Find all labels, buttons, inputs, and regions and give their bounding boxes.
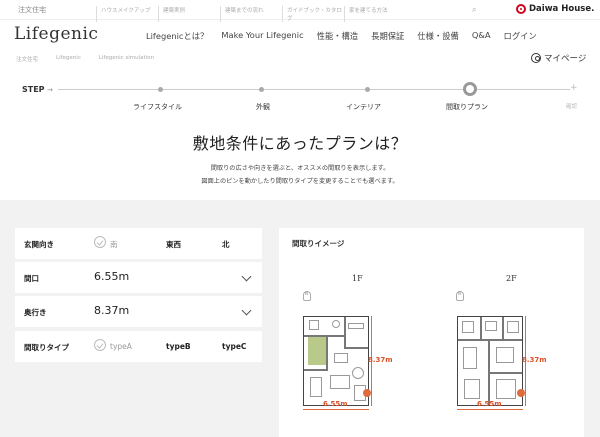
utility-link[interactable]: ハウスメイクアップ (96, 6, 158, 22)
compass-icon: N (456, 291, 464, 301)
orientation-label: 玄関向き (24, 240, 54, 249)
width-dimension-line (303, 409, 369, 410)
description-line: 図面上のピンを動かしたり間取りタイプを変更することでも選べます。 (201, 178, 399, 185)
depth-value: 8.37m (94, 304, 130, 317)
floor-label-2f: 2F (506, 274, 517, 283)
width-dimension-2f: 6.55m (477, 400, 502, 408)
step-dot-confirm: + (570, 83, 578, 93)
depth-label: 奥行き (24, 308, 47, 317)
nav-item-login[interactable]: ログイン (504, 30, 537, 42)
step-dot-lifestyle[interactable] (158, 87, 163, 92)
breadcrumb-item[interactable]: 注文住宅 (16, 55, 38, 63)
nav-item-make[interactable]: Make Your Lifegenic (221, 30, 303, 42)
step-progress: STEP → + ライフスタイル 外観 インテリア 間取りプラン 確認 (0, 78, 600, 118)
nav-item-qa[interactable]: Q&A (472, 30, 491, 42)
layout-type-label: 間取りタイプ (24, 343, 69, 352)
utility-link[interactable]: 建築までの流れ (220, 6, 282, 22)
layout-option-typeC[interactable]: typeC (222, 342, 246, 351)
step-name[interactable]: 間取りプラン (446, 102, 488, 112)
chevron-down-icon (241, 271, 252, 282)
compass-label: N (305, 291, 308, 296)
step-track (58, 89, 570, 90)
breadcrumb-item[interactable]: Lifegenic (56, 55, 81, 63)
floor-plan-1f (303, 316, 369, 406)
brand-logo-text: Daiwa House. (529, 4, 595, 14)
description-line: 間取りの広さや向きを選ぶと、オススメの間取りを表示します。 (210, 165, 390, 172)
tatami-room (308, 337, 326, 365)
frontage-select[interactable]: 間口 6.55m (15, 262, 262, 293)
daiwa-house-logo[interactable]: Daiwa House. (516, 4, 594, 14)
step-name[interactable]: ライフスタイル (133, 102, 182, 112)
compass-icon: N (303, 291, 311, 301)
mypage-link[interactable]: マイページ (531, 52, 586, 64)
check-icon (94, 339, 106, 351)
user-icon (531, 53, 541, 63)
width-dimension-line (457, 409, 523, 410)
step-name: 確認 (566, 104, 578, 110)
page-title: 敷地条件にあったプランは？ (192, 134, 408, 153)
compass-label: N (458, 291, 461, 296)
layout-image-panel: 間取りイメージ 1F N 8.37m 6.55m 2F N 8.37m 6.55… (279, 228, 584, 437)
breadcrumb-item: Lifegenic simulation (98, 55, 155, 61)
lifegenic-logo[interactable]: Lifegenic (14, 24, 98, 44)
utility-link[interactable]: 家を建てる方法 (344, 6, 406, 22)
orientation-option-south[interactable]: 南 (110, 239, 118, 250)
utility-link[interactable]: 建築実例 (158, 6, 220, 22)
chevron-down-icon (241, 305, 252, 316)
step-name[interactable]: 外観 (256, 102, 270, 112)
nav-item-performance[interactable]: 性能・構造 (317, 30, 359, 42)
width-dimension-1f: 6.55m (323, 400, 348, 408)
nav-item-about[interactable]: Lifegenicとは？ (146, 30, 208, 42)
orientation-option-eastwest[interactable]: 東西 (166, 239, 181, 250)
home-link[interactable]: 注文住宅 (18, 5, 46, 15)
frontage-label: 間口 (24, 274, 39, 283)
utility-link[interactable]: ガイドブック・カタログ (282, 6, 344, 22)
daiwa-mark-icon (516, 4, 526, 14)
nav-item-warranty[interactable]: 長期保証 (371, 30, 404, 42)
check-icon (94, 236, 106, 248)
floor-label-1f: 1F (352, 274, 363, 283)
frontage-value: 6.55m (94, 270, 130, 283)
arrow-right-icon: → (47, 86, 53, 94)
step-dot-interior[interactable] (365, 87, 370, 92)
orientation-option-north[interactable]: 北 (222, 239, 230, 250)
map-pin-icon[interactable] (363, 389, 371, 397)
orientation-row: 玄関向き 南 東西 北 (15, 228, 262, 259)
search-icon[interactable]: ⌕ (472, 5, 476, 15)
depth-dimension-2f: 8.37m (522, 356, 547, 364)
step-label: STEP (22, 85, 45, 94)
layout-option-typeA[interactable]: typeA (110, 342, 132, 351)
layout-image-title: 間取りイメージ (292, 239, 345, 248)
layout-option-typeB[interactable]: typeB (166, 342, 191, 351)
map-pin-icon[interactable] (517, 389, 525, 397)
top-utility-bar: 注文住宅 ハウスメイクアップ 建築実例 建築までの流れ ガイドブック・カタログ … (0, 0, 600, 22)
breadcrumb: 注文住宅 Lifegenic Lifegenic simulation (16, 55, 172, 63)
floor-plan-2f (457, 316, 523, 406)
step-name[interactable]: インテリア (346, 102, 381, 112)
layout-type-row: 間取りタイプ typeA typeB typeC (15, 331, 262, 362)
step-dot-plan[interactable] (463, 82, 477, 96)
utility-links: ハウスメイクアップ 建築実例 建築までの流れ ガイドブック・カタログ 家を建てる… (96, 6, 406, 22)
step-dot-exterior[interactable] (259, 87, 264, 92)
nav-item-spec[interactable]: 仕様・設備 (417, 30, 459, 42)
main-nav: Lifegenic Lifegenicとは？ Make Your Lifegen… (0, 22, 600, 48)
depth-dimension-1f: 8.37m (368, 356, 393, 364)
mypage-label: マイページ (544, 54, 587, 64)
depth-select[interactable]: 奥行き 8.37m (15, 296, 262, 327)
